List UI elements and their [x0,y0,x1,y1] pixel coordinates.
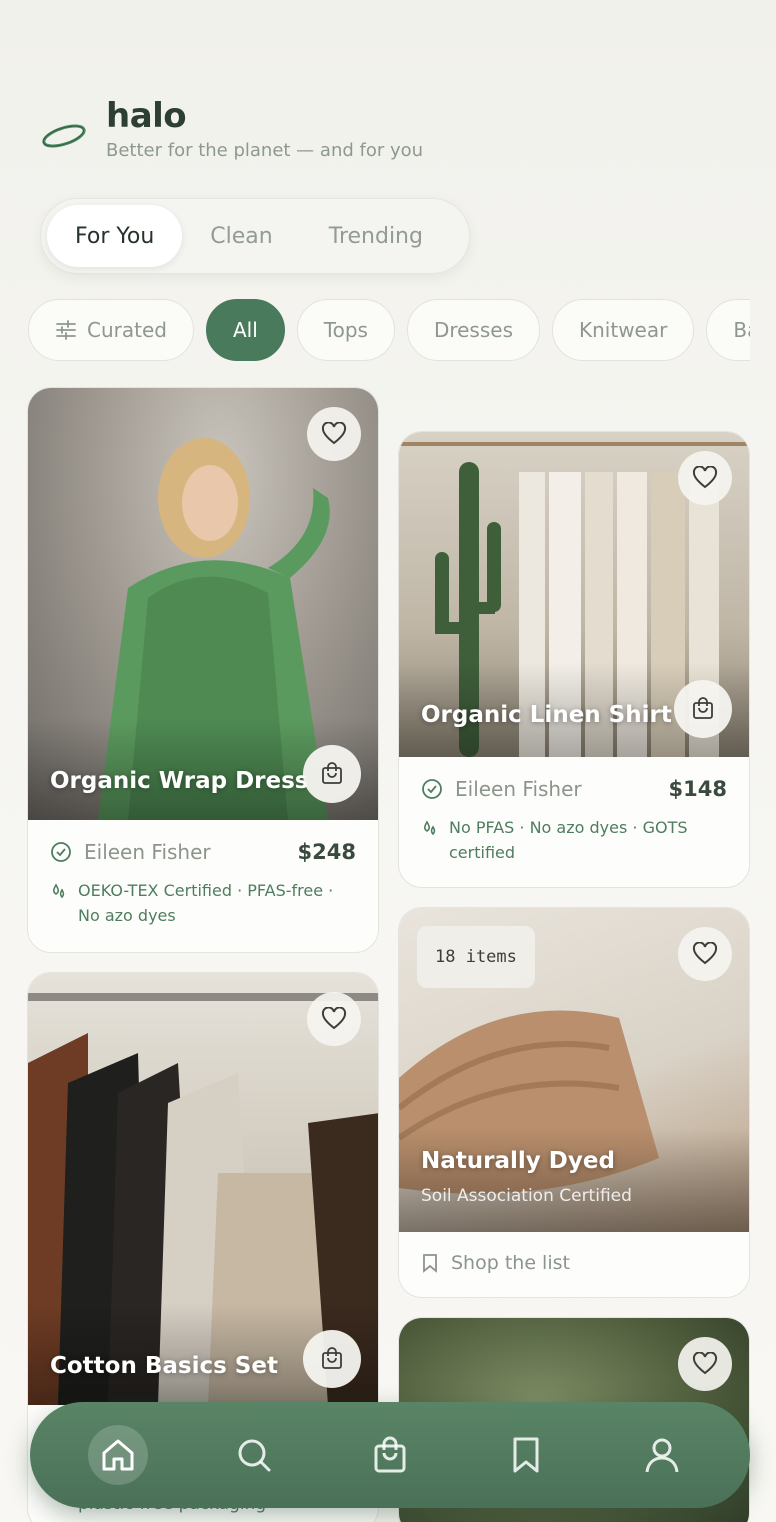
halo-logo-icon [42,124,86,148]
app-tagline: Better for the planet — and for you [106,140,424,161]
drops-icon [52,883,65,899]
add-to-bag-button[interactable] [303,745,361,803]
favorite-button[interactable] [307,992,361,1046]
brand-label: Eileen Fisher [50,840,211,864]
favorite-button[interactable] [307,407,361,461]
chip-basics[interactable]: Ba [706,299,750,361]
add-to-bag-button[interactable] [303,1330,361,1388]
drops-icon [423,820,436,836]
chip-label: Curated [87,318,167,342]
bookmark-icon [513,1437,539,1473]
product-title: Organic Linen Shirt [421,702,672,728]
tab-trending[interactable]: Trending [301,205,451,267]
bag-icon [322,1347,342,1369]
nav-home[interactable] [88,1425,148,1485]
chip-tops[interactable]: Tops [296,299,395,361]
favorite-button[interactable] [678,451,732,505]
sliders-icon [56,320,76,340]
bottom-nav [30,1402,750,1508]
verified-icon [51,842,71,862]
nav-saved[interactable] [496,1425,556,1485]
heart-icon [692,466,718,489]
heart-icon [321,422,347,445]
bag-icon [322,762,342,784]
product-card-linen-shirt[interactable]: Organic Linen Shirt Eileen Fisher $148 N… [398,431,750,888]
bookmark-icon [423,1254,437,1273]
chip-dresses[interactable]: Dresses [406,299,540,361]
shop-the-list-link[interactable]: Shop the list [399,1232,749,1294]
home-icon [102,1439,134,1471]
favorite-button[interactable] [678,1337,732,1391]
heart-icon [321,1007,347,1030]
nav-profile[interactable] [632,1425,692,1485]
collection-subtitle: Soil Association Certified [421,1186,632,1206]
product-image: Organic Linen Shirt [399,432,749,757]
heart-icon [692,942,718,965]
certifications: OEKO-TEX Certified · PFAS-free · No azo … [50,878,356,928]
collection-title: Naturally Dyed [421,1148,615,1174]
item-count-badge: 18 items [417,926,535,988]
product-title: Cotton Basics Set [50,1353,278,1379]
chip-curated[interactable]: Curated [28,299,194,361]
filter-chips: Curated All Tops Dresses Knitwear Ba [28,299,750,363]
verified-icon [422,779,442,799]
product-image: Cotton Basics Set [28,973,378,1405]
app-name: halo [106,96,187,136]
product-image: Organic Wrap Dress [28,388,378,820]
collection-card-naturally-dyed[interactable]: 18 items Naturally Dyed Soil Association… [398,907,750,1298]
search-icon [238,1439,271,1472]
product-title: Organic Wrap Dress [50,768,309,794]
product-price: $248 [297,840,356,864]
add-to-bag-button[interactable] [674,680,732,738]
product-card-wrap-dress[interactable]: Organic Wrap Dress Eileen Fisher $248 OE… [27,387,379,953]
collection-image: 18 items Naturally Dyed Soil Association… [399,908,749,1232]
profile-icon [645,1438,679,1473]
favorite-button[interactable] [678,927,732,981]
nav-bag[interactable] [360,1425,420,1485]
certifications: No PFAS · No azo dyes · GOTS certified [421,815,727,865]
heart-icon [692,1352,718,1375]
app-header: halo Better for the planet — and for you [40,96,423,162]
nav-search[interactable] [224,1425,284,1485]
brand-label: Eileen Fisher [421,777,582,801]
tab-clean[interactable]: Clean [182,205,300,267]
feed-tabs: For You Clean Trending [40,198,470,274]
tab-for-you[interactable]: For You [47,205,183,267]
bag-icon [693,697,713,719]
product-price: $148 [668,777,727,801]
chip-all[interactable]: All [205,299,285,361]
chip-knitwear[interactable]: Knitwear [552,299,695,361]
bag-icon [374,1436,406,1473]
